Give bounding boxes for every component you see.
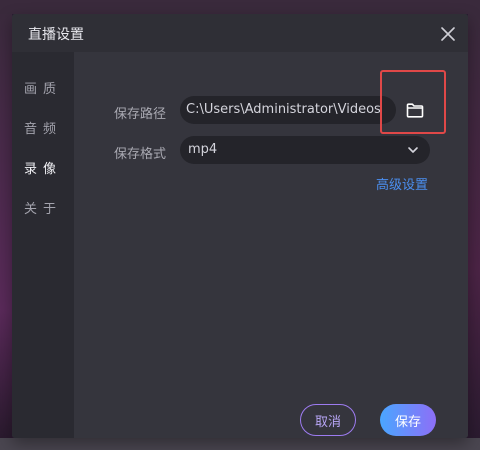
sidebar-item-quality[interactable]: 画质: [12, 74, 74, 100]
close-button[interactable]: [436, 22, 460, 46]
save-format-select[interactable]: mp4: [180, 136, 430, 164]
browse-folder-button[interactable]: [400, 96, 430, 124]
background-right: [468, 14, 480, 438]
chevron-down-icon: [408, 147, 418, 153]
sidebar-item-audio[interactable]: 音频: [12, 114, 74, 140]
sidebar-item-about[interactable]: 关于: [12, 194, 74, 220]
sidebar-item-recording[interactable]: 录像: [12, 154, 74, 180]
sidebar-item-label: 音频: [23, 121, 62, 137]
folder-icon: [406, 102, 424, 118]
sidebar-item-label: 关于: [23, 201, 62, 217]
close-icon: [441, 27, 455, 41]
advanced-settings-link[interactable]: 高级设置: [376, 174, 428, 193]
cancel-button[interactable]: 取消: [300, 404, 356, 436]
dialog-title: 直播设置: [28, 27, 84, 43]
live-settings-dialog: 直播设置 画质 音频 录像 关于 保存路径 C:\Users\Administr…: [12, 14, 468, 438]
save-path-label: 保存路径: [114, 107, 167, 122]
dialog-titlebar: 直播设置: [12, 14, 468, 52]
background-top: [0, 0, 480, 14]
save-button[interactable]: 保存: [380, 404, 436, 436]
settings-sidebar: 画质 音频 录像 关于: [12, 52, 74, 438]
background-left: [0, 14, 12, 438]
save-format-label: 保存格式: [114, 147, 167, 162]
save-format-value: mp4: [188, 142, 218, 157]
sidebar-item-label: 录像: [23, 161, 62, 177]
sidebar-item-label: 画质: [23, 81, 62, 97]
background-bottom: [0, 438, 480, 450]
save-path-input[interactable]: C:\Users\Administrator\Videos: [180, 96, 396, 124]
recording-settings-panel: 保存路径 C:\Users\Administrator\Videos 保存格式 …: [74, 52, 468, 438]
